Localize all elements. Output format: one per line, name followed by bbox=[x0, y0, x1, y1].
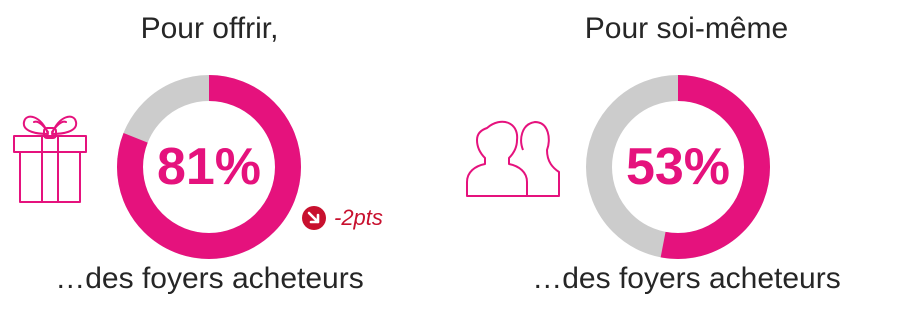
panel-title: Pour soi-même bbox=[584, 12, 789, 45]
self-panel: Pour soi-même 53% …des foyers acheteurs bbox=[459, 0, 918, 312]
donut-chart-gift: 81% bbox=[116, 74, 302, 260]
people-icon bbox=[465, 106, 561, 211]
percentage-label: 81% bbox=[156, 138, 262, 196]
percentage-label: 53% bbox=[625, 138, 731, 196]
panel-caption: …des foyers acheteurs bbox=[55, 262, 364, 295]
donut-chart-self: 53% bbox=[585, 74, 771, 260]
gift-panel: Pour offrir, 81% -2pts …des foyers achet… bbox=[0, 0, 459, 312]
delta-indicator: -2pts bbox=[302, 205, 383, 231]
arrow-down-right-icon bbox=[302, 206, 326, 230]
panel-title: Pour offrir, bbox=[140, 12, 279, 45]
gift-icon bbox=[8, 106, 92, 211]
delta-label: -2pts bbox=[334, 205, 383, 230]
panel-caption: …des foyers acheteurs bbox=[532, 262, 841, 295]
